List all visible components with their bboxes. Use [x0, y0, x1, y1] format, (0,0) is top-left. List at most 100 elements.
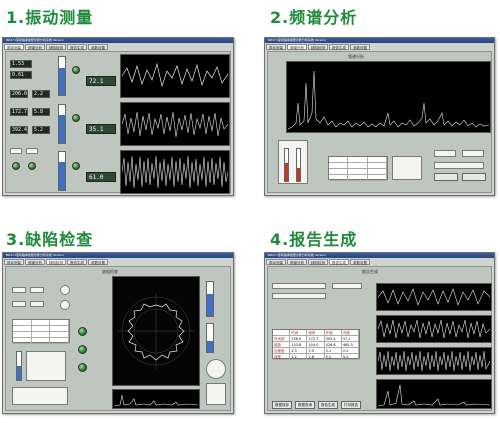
input-field[interactable] [272, 293, 326, 299]
waveform-trace [378, 288, 490, 306]
waveform-trace [378, 319, 490, 339]
big-value: 35.1 [86, 124, 116, 134]
tab-spectrum[interactable]: 频谱分析 [25, 259, 45, 265]
tab-report[interactable]: 报告生成 [67, 44, 87, 50]
query-data-button[interactable]: 数据查询 [295, 401, 315, 409]
result-table [328, 156, 388, 181]
indicator-led [78, 363, 87, 372]
tab-bar: 振动测量 频谱分析 缺陷检测 报告生成 参数设置 [266, 44, 493, 50]
scale-panel [26, 351, 66, 381]
screenshot-vibration: BZ47-I滚动轴承故障诊断分析系统 Version 振动测量 频谱分析 缺陷检… [2, 37, 234, 196]
section-header: 频谱分析 [348, 54, 364, 59]
report-table: 时间 频率 外圈 内圈 时间频 136.0 172.7 392.4 57.1 幅… [272, 329, 360, 360]
waveform-trace [122, 155, 228, 189]
panel-body: 报告生成 时间 频率 外圈 内圈 时间频 136.0 172.7 392.4 5… [267, 266, 492, 411]
waveform-trace [122, 62, 228, 88]
readout: 1.53 [10, 60, 32, 68]
dropdown[interactable] [434, 150, 456, 157]
table-cell: 速度 [273, 354, 291, 360]
tab-vibration[interactable]: 振动测量 [266, 259, 286, 265]
panel-heading: 1.振动测量 [6, 8, 94, 27]
input-field[interactable] [10, 148, 22, 154]
knob[interactable] [60, 300, 70, 310]
table-cell: 5.2 [341, 354, 360, 360]
level-tube [58, 56, 66, 96]
level-tube [296, 148, 301, 182]
start-led[interactable] [12, 162, 20, 170]
panel-body: 1.53 0.61 206.0 2.2 172.7 5.8 392.4 5.2 … [5, 51, 231, 194]
tab-vibration[interactable]: 振动测量 [4, 259, 24, 265]
table-cell: 5.2 [324, 354, 342, 360]
input-field[interactable] [30, 287, 44, 293]
readout: 172.7 [10, 108, 28, 116]
screenshot-report: BZ47-I滚动轴承故障诊断分析系统 Version 振动测量 频谱分析 缺陷检… [264, 252, 495, 414]
spectrum-trace [114, 394, 198, 407]
tab-settings[interactable]: 参数设置 [88, 259, 108, 265]
tab-spectrum[interactable]: 频谱分析 [287, 44, 307, 50]
dropdown[interactable] [462, 150, 484, 157]
options-panel [12, 387, 68, 405]
tab-vibration[interactable]: 振动测量 [4, 44, 24, 50]
save-data-button[interactable]: 数据保存 [272, 401, 292, 409]
indicator-led [72, 114, 80, 122]
input-field[interactable] [272, 283, 326, 289]
tab-defect[interactable]: 缺陷检测 [46, 44, 66, 50]
tab-spectrum[interactable]: 频谱分析 [287, 259, 307, 265]
input-field[interactable] [30, 301, 44, 307]
status-led [28, 162, 36, 170]
action-button[interactable] [462, 173, 486, 181]
tab-defect[interactable]: 缺陷检测 [308, 44, 328, 50]
print-report-button[interactable]: 打印报告 [341, 401, 361, 409]
tab-settings[interactable]: 参数设置 [350, 259, 370, 265]
panel-heading: 3.缺陷检查 [6, 230, 94, 249]
level-tube [206, 323, 214, 353]
panel-heading: 2.频谱分析 [270, 8, 358, 27]
tab-settings[interactable]: 参数设置 [88, 44, 108, 50]
gauge-knob[interactable] [206, 359, 226, 379]
tab-vibration[interactable]: 振动测量 [266, 44, 286, 50]
input-field[interactable] [26, 148, 38, 154]
table-row: 速度 2.2 2.8 5.2 5.2 [273, 354, 360, 360]
tab-report[interactable]: 报告生成 [329, 259, 349, 265]
level-tube [16, 351, 22, 381]
big-value: 61.0 [86, 172, 116, 182]
panel-body: 缺陷检查 [5, 266, 231, 411]
status-panel [206, 383, 226, 405]
indicator-led [78, 345, 87, 354]
panel-body: 频谱分析 [267, 51, 492, 193]
tab-report[interactable]: 报告生成 [329, 44, 349, 50]
tab-bar: 振动测量 频谱分析 缺陷检测 报告生成 参数设置 [266, 259, 493, 265]
tab-defect[interactable]: 缺陷检测 [308, 259, 328, 265]
level-tube [284, 148, 289, 182]
readout: 2.2 [32, 90, 50, 98]
section-header: 缺陷检查 [102, 269, 118, 274]
input-field[interactable] [434, 162, 484, 169]
tab-bar: 振动测量 频谱分析 缺陷检测 报告生成 参数设置 [4, 44, 232, 50]
screenshot-spectrum: BZ47-I滚动轴承故障诊断分析系统 Version 振动测量 频谱分析 缺陷检… [264, 37, 495, 196]
readout: 5.2 [32, 126, 50, 134]
screenshot-defect: BZ47-I滚动轴承故障诊断分析系统 Version 振动测量 频谱分析 缺陷检… [2, 252, 234, 414]
section-header: 报告生成 [362, 269, 378, 274]
tab-settings[interactable]: 参数设置 [350, 44, 370, 50]
action-button[interactable] [434, 173, 458, 181]
scale-panel [278, 140, 308, 184]
knob[interactable] [60, 285, 70, 295]
window-title: BZ47-I滚动轴承故障诊断分析系统 Version [265, 253, 494, 258]
info-box [392, 156, 422, 180]
readout: 5.8 [32, 108, 50, 116]
tab-spectrum[interactable]: 频谱分析 [25, 44, 45, 50]
readout: 206.0 [10, 90, 28, 98]
indicator-led [72, 66, 80, 74]
input-field[interactable] [332, 283, 362, 289]
readout: 392.4 [10, 126, 28, 134]
table-cell: 2.8 [307, 354, 325, 360]
level-tube [206, 281, 214, 317]
waveform-trace [122, 111, 228, 138]
tab-defect[interactable]: 缺陷检测 [46, 259, 66, 265]
tab-report[interactable]: 报告生成 [67, 259, 87, 265]
input-field[interactable] [12, 287, 26, 293]
input-field[interactable] [12, 301, 26, 307]
generate-report-button[interactable]: 报告生成 [318, 401, 338, 409]
indicator-led [78, 327, 87, 336]
tab-bar: 振动测量 频谱分析 缺陷检测 报告生成 参数设置 [4, 259, 232, 265]
